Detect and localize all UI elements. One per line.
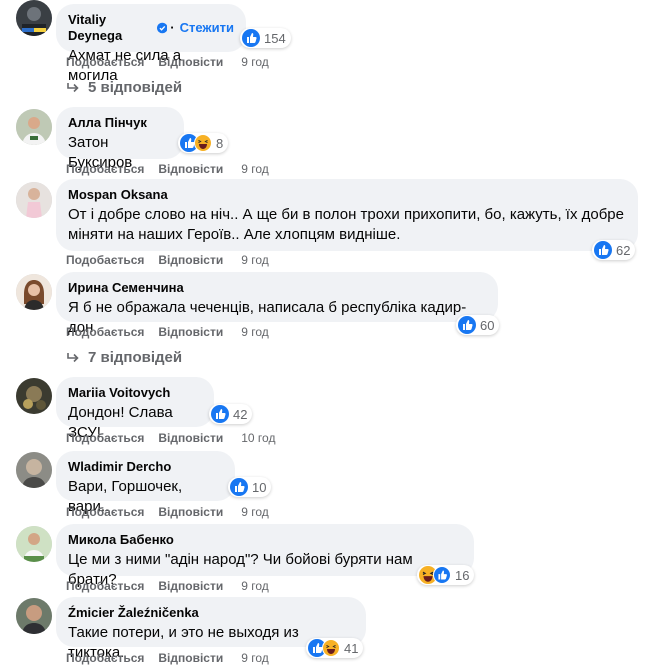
avatar[interactable] bbox=[16, 182, 52, 218]
reply-link[interactable]: Відповісти bbox=[158, 252, 223, 268]
comment-author[interactable]: Mariia Voitovych bbox=[68, 385, 170, 401]
avatar[interactable] bbox=[16, 109, 52, 145]
like-reaction-icon bbox=[594, 241, 612, 259]
comment-author[interactable]: Mospan Oksana bbox=[68, 187, 168, 203]
avatar[interactable] bbox=[16, 274, 52, 310]
avatar[interactable] bbox=[16, 0, 52, 36]
comment-author[interactable]: Микола Бабенко bbox=[68, 532, 174, 548]
comment-actions: Подобається Відповісти 9 год bbox=[66, 54, 269, 70]
comment-time[interactable]: 9 год bbox=[241, 324, 269, 340]
comment-actions: Подобається Відповісти 10 год bbox=[66, 430, 275, 446]
reaction-count[interactable]: 62 bbox=[592, 240, 636, 260]
view-replies-button[interactable]: 5 відповідей bbox=[66, 79, 182, 96]
comment-bubble: Алла Пінчук Затон Буксиров bbox=[56, 107, 184, 171]
reply-link[interactable]: Відповісти bbox=[158, 650, 223, 666]
like-link[interactable]: Подобається bbox=[66, 578, 144, 594]
comment-actions: Подобається Відповісти 9 год bbox=[66, 650, 269, 666]
comment-actions: Подобається Відповісти 9 год bbox=[66, 504, 269, 520]
comment-author[interactable]: Vitaliy Deynega bbox=[68, 12, 153, 44]
avatar[interactable] bbox=[16, 378, 52, 414]
comment-actions: Подобається Відповісти 9 год bbox=[66, 161, 269, 177]
avatar[interactable] bbox=[16, 526, 52, 562]
reply-link[interactable]: Відповісти bbox=[158, 504, 223, 520]
like-reaction-icon bbox=[458, 316, 476, 334]
like-link[interactable]: Подобається bbox=[66, 504, 144, 520]
comment-bubble: Микола Бабенко Це ми з ними "адін народ"… bbox=[56, 524, 474, 588]
comment-bubble: Ирина Семенчина Я б не ображала чеченців… bbox=[56, 272, 498, 336]
like-reaction-icon bbox=[242, 29, 260, 47]
like-link[interactable]: Подобається bbox=[66, 430, 144, 446]
like-link[interactable]: Подобається bbox=[66, 252, 144, 268]
comment-bubble: Mospan Oksana От і добре слово на ніч.. … bbox=[56, 179, 638, 251]
comment-author[interactable]: Алла Пінчук bbox=[68, 115, 147, 131]
reply-link[interactable]: Відповісти bbox=[158, 578, 223, 594]
reply-link[interactable]: Відповісти bbox=[158, 430, 223, 446]
like-link[interactable]: Подобається bbox=[66, 54, 144, 70]
verified-badge-icon bbox=[156, 22, 168, 34]
reaction-count[interactable]: 154 bbox=[240, 28, 291, 48]
comment-author[interactable]: Źmicier Žaleźničenka bbox=[68, 605, 199, 621]
comment-text: От і добре слово на ніч.. А ще би в поло… bbox=[68, 206, 624, 243]
separator-dot: · bbox=[170, 20, 175, 35]
reaction-count[interactable]: 42 bbox=[209, 404, 253, 424]
reply-link[interactable]: Відповісти bbox=[158, 161, 223, 177]
haha-reaction-icon bbox=[322, 639, 340, 657]
comment-time[interactable]: 9 год bbox=[241, 650, 269, 666]
comment-actions: Подобається Відповісти 9 год bbox=[66, 252, 269, 268]
reaction-count[interactable]: 10 bbox=[228, 477, 272, 497]
comment-bubble: Vitaliy Deynega · Стежити Ахмат не сила … bbox=[56, 4, 246, 84]
reaction-count[interactable]: 8 bbox=[178, 133, 229, 153]
reply-link[interactable]: Відповісти bbox=[158, 324, 223, 340]
comment-actions: Подобається Відповісти 9 год bbox=[66, 324, 269, 340]
reaction-count[interactable]: 16 bbox=[417, 565, 475, 585]
like-link[interactable]: Подобається bbox=[66, 650, 144, 666]
comment-actions: Подобається Відповісти 9 год bbox=[66, 578, 269, 594]
comment-author[interactable]: Ирина Семенчина bbox=[68, 280, 184, 296]
like-reaction-icon bbox=[433, 566, 451, 584]
comment-time[interactable]: 9 год bbox=[241, 578, 269, 594]
comment-time[interactable]: 9 год bbox=[241, 161, 269, 177]
comment-time[interactable]: 9 год bbox=[241, 54, 269, 70]
comment-time[interactable]: 10 год bbox=[241, 430, 275, 446]
comment-bubble: Mariia Voitovych Дондон! Слава ЗСУ! bbox=[56, 377, 214, 441]
reaction-count[interactable]: 41 bbox=[306, 638, 364, 658]
follow-button[interactable]: Стежити bbox=[180, 20, 234, 36]
comment-time[interactable]: 9 год bbox=[241, 504, 269, 520]
like-link[interactable]: Подобається bbox=[66, 324, 144, 340]
avatar[interactable] bbox=[16, 598, 52, 634]
comment-bubble: Wladimir Dercho Вари, Горшочек, вари.. bbox=[56, 451, 235, 515]
reply-link[interactable]: Відповісти bbox=[158, 54, 223, 70]
reply-arrow-icon bbox=[67, 352, 79, 362]
view-replies-button[interactable]: 7 відповідей bbox=[66, 349, 182, 366]
comment-author[interactable]: Wladimir Dercho bbox=[68, 459, 171, 475]
reply-arrow-icon bbox=[67, 82, 79, 92]
haha-reaction-icon bbox=[194, 134, 212, 152]
like-reaction-icon bbox=[230, 478, 248, 496]
avatar[interactable] bbox=[16, 452, 52, 488]
comment-time[interactable]: 9 год bbox=[241, 252, 269, 268]
reaction-count[interactable]: 60 bbox=[456, 315, 500, 335]
like-reaction-icon bbox=[211, 405, 229, 423]
like-link[interactable]: Подобається bbox=[66, 161, 144, 177]
